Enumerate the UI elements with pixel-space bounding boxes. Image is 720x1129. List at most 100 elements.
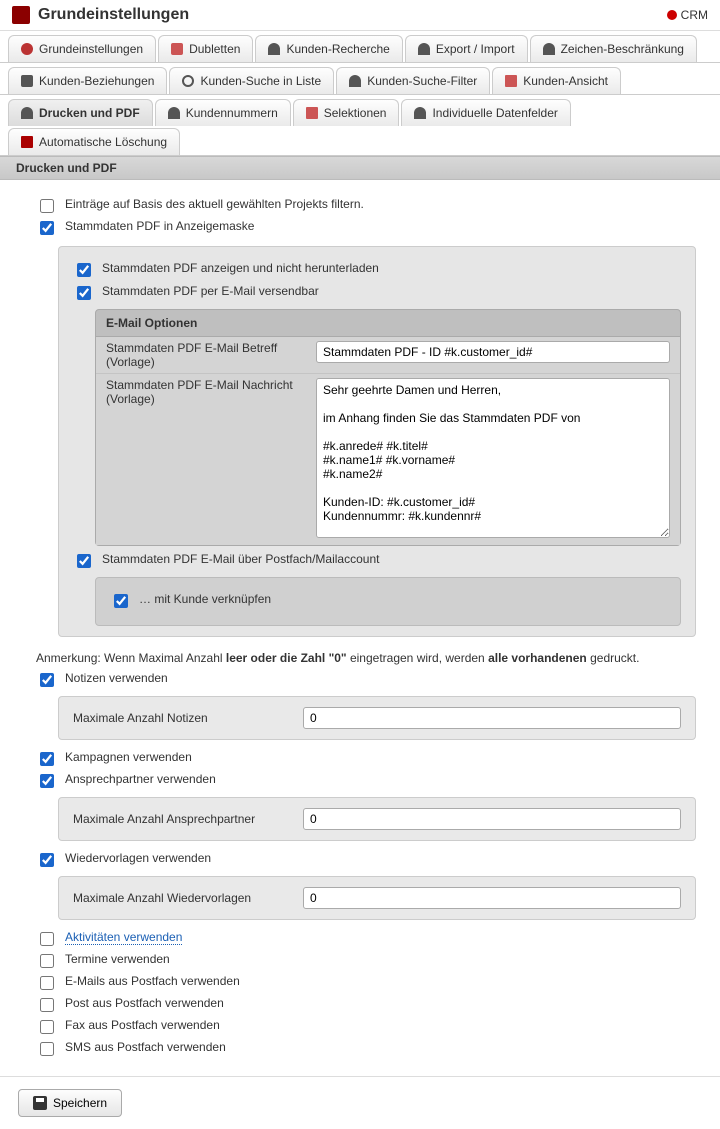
- check-link-customer: … mit Kunde verknüpfen: [110, 592, 666, 611]
- checkbox-notizen[interactable]: [40, 673, 54, 687]
- tab-label: Zeichen-Beschränkung: [561, 42, 684, 56]
- checkbox-stamm-anzeige[interactable]: [40, 221, 54, 235]
- panel-link-customer: … mit Kunde verknüpfen: [95, 577, 681, 626]
- checkbox-kampagnen[interactable]: [40, 752, 54, 766]
- label-link-customer: … mit Kunde verknüpfen: [139, 592, 271, 606]
- person-icon: [543, 43, 555, 55]
- note-bold-2: alle vorhandenen: [488, 651, 587, 665]
- check-post-postfach: Post aus Postfach verwenden: [36, 996, 696, 1015]
- tab-kunden-ansicht[interactable]: Kunden-Ansicht: [492, 67, 621, 94]
- checkbox-wiedervorlagen[interactable]: [40, 853, 54, 867]
- tab-kundennummern[interactable]: Kundennummern: [155, 99, 291, 126]
- person-icon: [349, 75, 361, 87]
- email-subject-input[interactable]: [316, 341, 670, 363]
- checkbox-termine[interactable]: [40, 954, 54, 968]
- checkbox-filter-project[interactable]: [40, 199, 54, 213]
- email-options-title: E-Mail Optionen: [96, 310, 680, 337]
- label-ansprechpartner: Ansprechpartner verwenden: [65, 772, 216, 786]
- save-button[interactable]: Speichern: [18, 1089, 122, 1117]
- tab-zeichen-beschr-nkung[interactable]: Zeichen-Beschränkung: [530, 35, 697, 62]
- content: Einträge auf Basis des aktuell gewählten…: [0, 180, 720, 1076]
- tab-dubletten[interactable]: Dubletten: [158, 35, 253, 62]
- check-wiedervorlagen: Wiedervorlagen verwenden: [36, 851, 696, 870]
- tab-individuelle-datenfelder[interactable]: Individuelle Datenfelder: [401, 99, 570, 126]
- tab-label: Kunden-Suche in Liste: [200, 74, 321, 88]
- tab-label: Drucken und PDF: [39, 106, 140, 120]
- tab-label: Kundennummern: [186, 106, 278, 120]
- panel-stammdaten: Stammdaten PDF anzeigen und nicht herunt…: [58, 246, 696, 637]
- tab-label: Kunden-Suche-Filter: [367, 74, 477, 88]
- note-bold-1: leer oder die Zahl "0": [226, 651, 347, 665]
- tab-label: Kunden-Beziehungen: [39, 74, 154, 88]
- checkbox-stamm-email-mailbox[interactable]: [77, 554, 91, 568]
- max-ansprechpartner-input[interactable]: [303, 808, 681, 830]
- checkbox-stamm-show-not-dl[interactable]: [77, 263, 91, 277]
- checkbox-emails-postfach[interactable]: [40, 976, 54, 990]
- search-icon: [182, 75, 194, 87]
- tab-label: Grundeinstellungen: [39, 42, 143, 56]
- tabs-row-1: Grundeinstellungen Dubletten Kunden-Recher…: [0, 31, 720, 63]
- tab-kunden-suche-in-liste[interactable]: Kunden-Suche in Liste: [169, 67, 334, 94]
- check-emails-postfach: E-Mails aus Postfach verwenden: [36, 974, 696, 993]
- label-fax-postfach: Fax aus Postfach verwenden: [65, 1018, 220, 1032]
- email-subject-label: Stammdaten PDF E-Mail Betreff (Vorlage): [106, 341, 306, 369]
- label-post-postfach: Post aus Postfach verwenden: [65, 996, 224, 1010]
- check-stamm-email-mailbox: Stammdaten PDF E-Mail über Postfach/Mail…: [73, 552, 681, 571]
- app-icon: [12, 6, 30, 24]
- check-ansprechpartner: Ansprechpartner verwenden: [36, 772, 696, 791]
- tab-label: Individuelle Datenfelder: [432, 106, 557, 120]
- label-wiedervorlagen: Wiedervorlagen verwenden: [65, 851, 211, 865]
- label-stamm-email-mailbox: Stammdaten PDF E-Mail über Postfach/Mail…: [102, 552, 379, 566]
- tab-label: Automatische Löschung: [39, 135, 167, 149]
- max-notizen-input[interactable]: [303, 707, 681, 729]
- note-prefix: Anmerkung: Wenn Maximal Anzahl: [36, 651, 226, 665]
- tab-automatische-l-schung[interactable]: Automatische Löschung: [8, 128, 180, 155]
- email-message-textarea[interactable]: [316, 378, 670, 538]
- check-filter-project: Einträge auf Basis des aktuell gewählten…: [36, 197, 696, 216]
- email-message-label: Stammdaten PDF E-Mail Nachricht (Vorlage…: [106, 378, 306, 406]
- tab-kunden-suche-filter[interactable]: Kunden-Suche-Filter: [336, 67, 490, 94]
- person-icon: [414, 107, 426, 119]
- tab-kunden-beziehungen[interactable]: Kunden-Beziehungen: [8, 67, 167, 94]
- tab-label: Dubletten: [189, 42, 240, 56]
- check-sms-postfach: SMS aus Postfach verwenden: [36, 1040, 696, 1059]
- check-aktivitaeten: Aktivitäten verwenden: [36, 930, 696, 949]
- tab-label: Kunden-Ansicht: [523, 74, 608, 88]
- check-termine: Termine verwenden: [36, 952, 696, 971]
- checkbox-fax-postfach[interactable]: [40, 1020, 54, 1034]
- checkbox-stamm-email-send[interactable]: [77, 286, 91, 300]
- tab-kunden-recherche[interactable]: Kunden-Recherche: [255, 35, 402, 62]
- checkbox-ansprechpartner[interactable]: [40, 774, 54, 788]
- note-text: Anmerkung: Wenn Maximal Anzahl leer oder…: [36, 651, 696, 665]
- crm-badge[interactable]: CRM: [667, 8, 708, 22]
- label-stamm-email-send: Stammdaten PDF per E-Mail versendbar: [102, 284, 319, 298]
- checkbox-aktivitaeten[interactable]: [40, 932, 54, 946]
- max-wiedervorlagen-label: Maximale Anzahl Wiedervorlagen: [73, 891, 283, 905]
- checkbox-sms-postfach[interactable]: [40, 1042, 54, 1056]
- tab-grundeinstellungen[interactable]: Grundeinstellungen: [8, 35, 156, 62]
- checkbox-link-customer[interactable]: [114, 594, 128, 608]
- check-fax-postfach: Fax aus Postfach verwenden: [36, 1018, 696, 1037]
- record-icon: [667, 10, 677, 20]
- link-aktivitaeten[interactable]: Aktivitäten verwenden: [65, 930, 182, 945]
- label-termine: Termine verwenden: [65, 952, 170, 966]
- footer: Speichern: [0, 1076, 720, 1129]
- section-bar: Drucken und PDF: [0, 156, 720, 180]
- check-stamm-anzeige: Stammdaten PDF in Anzeigemaske: [36, 219, 696, 238]
- email-message-row: Stammdaten PDF E-Mail Nachricht (Vorlage…: [96, 373, 680, 545]
- tab-selektionen[interactable]: Selektionen: [293, 99, 400, 126]
- dub-icon: [171, 43, 183, 55]
- max-notizen-label: Maximale Anzahl Notizen: [73, 711, 283, 725]
- max-wiedervorlagen-input[interactable]: [303, 887, 681, 909]
- tab-export-import[interactable]: Export / Import: [405, 35, 528, 62]
- max-ansprechpartner-label: Maximale Anzahl Ansprechpartner: [73, 812, 283, 826]
- person-icon: [268, 43, 280, 55]
- check-kampagnen: Kampagnen verwenden: [36, 750, 696, 769]
- label-stamm-show-not-dl: Stammdaten PDF anzeigen und nicht herunt…: [102, 261, 379, 275]
- doc-icon: [306, 107, 318, 119]
- save-icon: [33, 1096, 47, 1110]
- check-stamm-show-not-dl: Stammdaten PDF anzeigen und nicht herunt…: [73, 261, 681, 280]
- checkbox-post-postfach[interactable]: [40, 998, 54, 1012]
- tab-drucken-und-pdf[interactable]: Drucken und PDF: [8, 99, 153, 126]
- tabs-row-2: Kunden-Beziehungen Kunden-Suche in Liste K…: [0, 63, 720, 95]
